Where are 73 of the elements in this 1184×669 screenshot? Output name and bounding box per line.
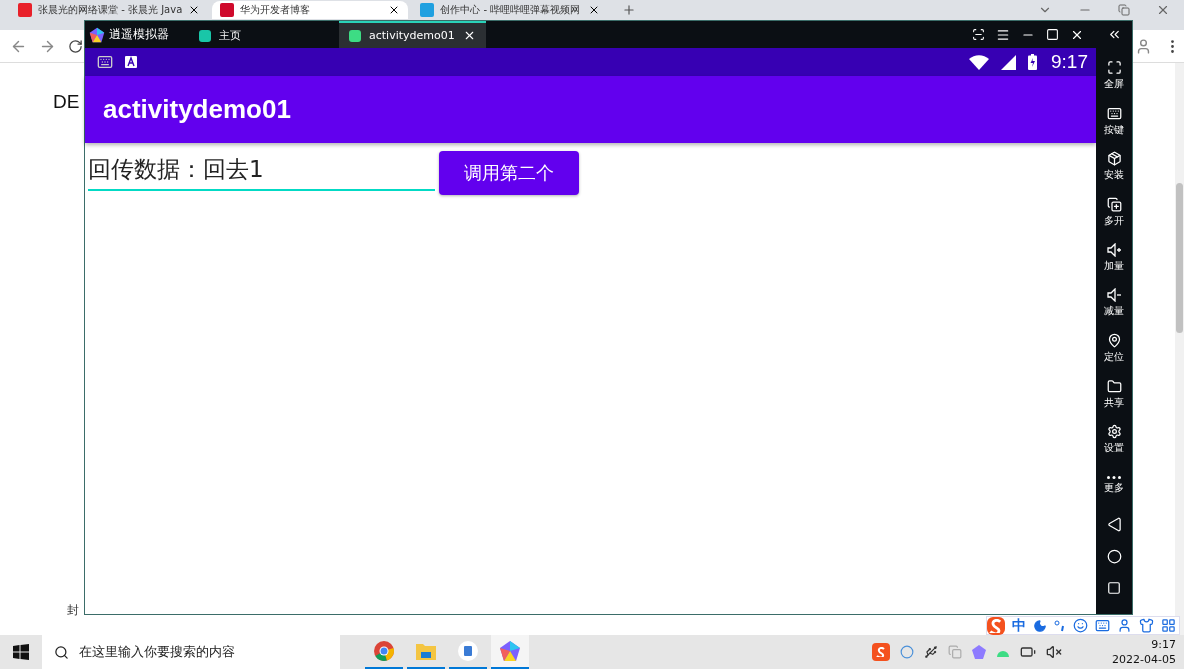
- page-heading: DE: [53, 91, 80, 113]
- multi-window-icon: [1106, 196, 1122, 212]
- signal-icon: [1001, 54, 1016, 70]
- keyboard-icon: [97, 54, 113, 70]
- font-icon: [125, 56, 137, 68]
- sogou-icon[interactable]: [987, 616, 1005, 635]
- back-icon[interactable]: [1106, 516, 1122, 532]
- chrome-icon: [373, 640, 395, 662]
- moon-icon[interactable]: [1033, 618, 1047, 633]
- keyboard-icon: [1106, 105, 1122, 121]
- search-field[interactable]: 在这里输入你要搜索的内容: [42, 635, 340, 669]
- sidebar-item[interactable]: 更多: [1104, 462, 1124, 508]
- package-icon: [1106, 151, 1122, 167]
- pentagon-icon: [89, 26, 105, 43]
- volume-up-icon: [1107, 242, 1121, 257]
- emulator-tab[interactable]: 主页: [189, 21, 251, 48]
- sidebar-item[interactable]: 设置: [1104, 417, 1124, 463]
- location-pin-icon: [1106, 333, 1122, 349]
- browser-tab[interactable]: 创作中心 - 哔哩哔哩弹幕视频网: [412, 1, 609, 19]
- fullscreen-icon: [1106, 60, 1122, 76]
- browser-tab[interactable]: 张晨光的网络课堂 - 张晨光 Java: [10, 1, 209, 19]
- sidebar-item[interactable]: 全屏: [1104, 53, 1124, 99]
- battery-icon[interactable]: [1020, 644, 1037, 660]
- battery-icon: [1028, 54, 1037, 70]
- restore-icon[interactable]: [1118, 4, 1130, 16]
- taskbar-app[interactable]: [491, 635, 529, 669]
- usb-icon[interactable]: [924, 645, 939, 659]
- keyboard-icon[interactable]: [1095, 618, 1110, 633]
- menu-icon[interactable]: [996, 27, 1010, 42]
- recents-icon[interactable]: [1107, 581, 1121, 595]
- call-second-button[interactable]: 调用第二个: [439, 151, 579, 195]
- status-time: 9:17: [1051, 51, 1088, 73]
- app-icon: [458, 641, 478, 661]
- site-icon: [420, 3, 435, 17]
- folder-icon: [1106, 378, 1122, 394]
- maximize-icon[interactable]: [1046, 28, 1059, 41]
- punctuation-icon[interactable]: [1054, 619, 1066, 632]
- pentagon-icon[interactable]: [972, 645, 987, 659]
- sidebar-item[interactable]: 定位: [1104, 326, 1124, 372]
- muted-icon[interactable]: [1046, 644, 1063, 660]
- more-icon: [1107, 475, 1121, 479]
- emoji-icon[interactable]: [1073, 618, 1088, 633]
- text-field[interactable]: 回传数据：回去1: [88, 151, 435, 191]
- sogou-icon[interactable]: [872, 643, 891, 661]
- profile-icon[interactable]: [1135, 37, 1152, 55]
- app-name: 逍遥模拟器: [109, 26, 169, 43]
- search-icon: [54, 644, 69, 660]
- sidebar-item[interactable]: 多开: [1104, 189, 1124, 235]
- skin-icon[interactable]: [1139, 618, 1154, 633]
- settings-icon: [1106, 424, 1122, 440]
- sidebar-item[interactable]: 共享: [1104, 371, 1124, 417]
- clock[interactable]: 9:17 2022-04-05: [1112, 637, 1176, 667]
- user-icon[interactable]: [1117, 618, 1132, 633]
- sidebar-item[interactable]: 加量: [1104, 235, 1124, 281]
- folder-icon: [416, 642, 436, 660]
- volume-down-icon: [1107, 288, 1121, 303]
- page-text: 封: [67, 602, 80, 619]
- screenshot-icon[interactable]: [972, 28, 985, 41]
- sidebar-item[interactable]: 安装: [1104, 144, 1124, 190]
- sidebar-item[interactable]: 减量: [1104, 280, 1124, 326]
- app-title: activitydemo01: [103, 94, 291, 125]
- input-mode-toggle[interactable]: 中: [1012, 616, 1026, 635]
- tray-icon[interactable]: [900, 645, 915, 659]
- windows-icon: [13, 644, 29, 660]
- reload-icon[interactable]: [68, 38, 83, 54]
- emulator-tab[interactable]: activitydemo01: [339, 21, 486, 48]
- pentagon-icon: [499, 640, 521, 662]
- site-icon: [18, 3, 32, 17]
- sidebar-item[interactable]: 按键: [1104, 98, 1124, 144]
- grid-icon[interactable]: [1161, 618, 1176, 633]
- wifi-icon: [969, 54, 989, 70]
- site-icon: [220, 3, 235, 17]
- browser-tab[interactable]: 华为开发者博客: [212, 1, 409, 19]
